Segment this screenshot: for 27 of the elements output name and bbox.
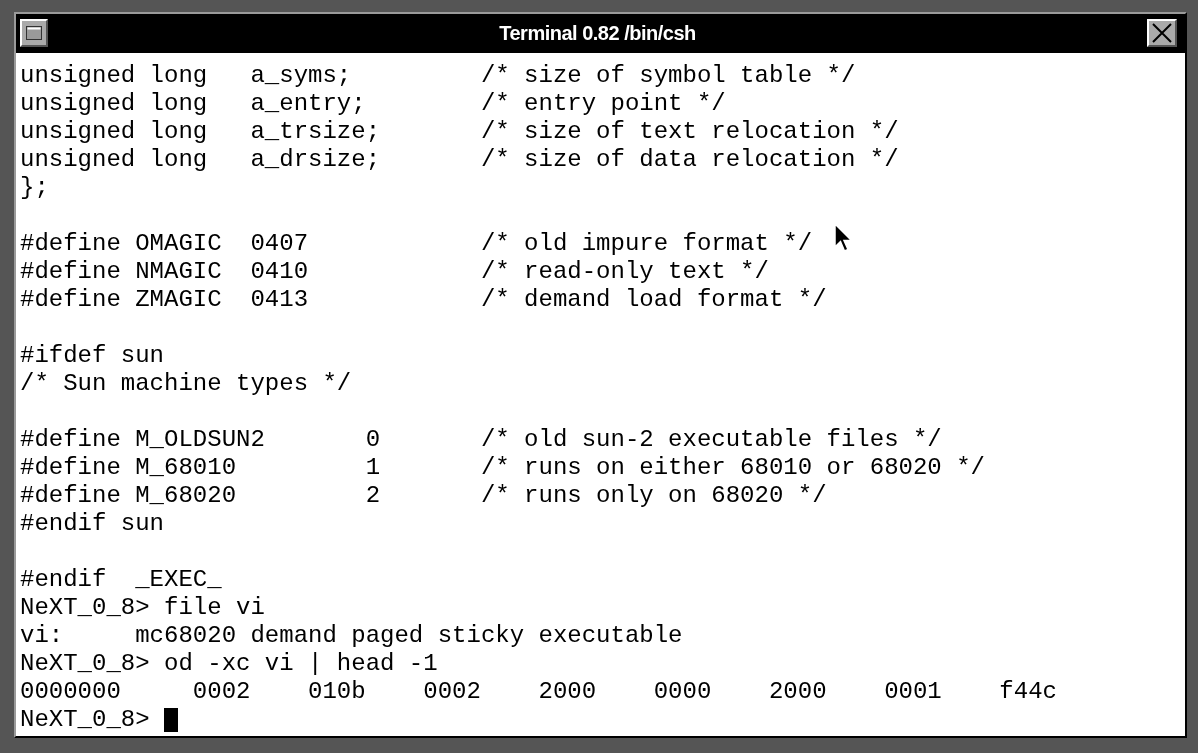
terminal-line: NeXT_0_8> file vi: [20, 594, 265, 622]
terminal-line: vi: mc68020 demand paged sticky executable: [20, 622, 683, 650]
terminal-line: /* Sun machine types */: [20, 370, 352, 398]
terminal-line: 0000000 0002 010b 0002 2000 0000 2000 0001 f44c: [20, 678, 1057, 706]
terminal-line: #define M_68010 1 /* runs on either 68010 or 68020 */: [20, 454, 985, 482]
terminal-line: unsigned long a_syms; /* size of symbol table */: [20, 62, 856, 90]
terminal-line: #define ZMAGIC 0413 /* demand load format */: [20, 286, 827, 314]
terminal-line: NeXT_0_8> od -xc vi | head -1: [20, 650, 438, 678]
terminal-line: #endif sun: [20, 510, 165, 538]
square-icon: [26, 25, 42, 40]
mouse-pointer-icon: [834, 223, 853, 253]
terminal-line: #define M_OLDSUN2 0 /* old sun-2 executable files */: [20, 426, 942, 454]
terminal-line: unsigned long a_drsize; /* size of data relocation */: [20, 146, 899, 174]
terminal-line: #define NMAGIC 0410 /* read-only text */: [20, 258, 769, 286]
terminal-line: #define OMAGIC 0407 /* old impure format */: [20, 230, 813, 258]
terminal-line: unsigned long a_entry; /* entry point */: [20, 90, 726, 118]
terminal-line: #define M_68020 2 /* runs only on 68020 */: [20, 482, 827, 510]
text-cursor: [164, 708, 178, 732]
terminal-line: unsigned long a_trsize; /* size of text relocation */: [20, 118, 899, 146]
close-icon: [1152, 22, 1172, 43]
terminal-line: #ifdef sun: [20, 342, 165, 370]
window-title: Terminal 0.82 /bin/csh: [499, 20, 696, 45]
terminal-line: };: [20, 174, 49, 202]
close-button[interactable]: [1147, 18, 1177, 47]
miniaturize-button[interactable]: [20, 18, 48, 47]
terminal-line: #endif _EXEC_: [20, 566, 222, 594]
shell-prompt: NeXT_0_8>: [20, 706, 150, 734]
